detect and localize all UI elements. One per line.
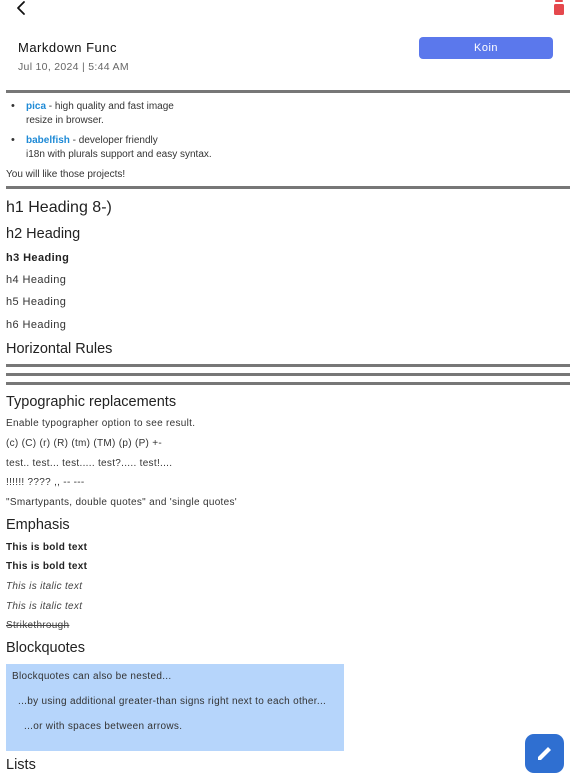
heading-2: h2 Heading [6, 226, 81, 242]
koin-button[interactable]: Koin [419, 37, 553, 59]
list-item: babelfish - developer friendly [26, 135, 158, 146]
list-item: pica - high quality and fast image [26, 101, 174, 112]
strikethrough-text: Strikethrough [6, 620, 70, 631]
heading-1: h1 Heading 8-) [6, 199, 112, 216]
list-item-continuation: resize in browser. [26, 115, 104, 126]
nested-blockquote-text: ...or with spaces between arrows. [24, 721, 183, 732]
chevron-left-icon[interactable] [12, 0, 32, 18]
section-title-lists: Lists [6, 757, 36, 773]
heading-3: h3 Heading [6, 252, 70, 264]
link-pica[interactable]: pica [26, 101, 46, 112]
heading-5: h5 Heading [6, 296, 67, 308]
note-date: Jul 10, 2024 | 5:44 AM [18, 61, 129, 73]
italic-text: This is italic text [6, 581, 83, 592]
section-title-hr: Horizontal Rules [6, 341, 113, 357]
list-item-text: - developer friendly [69, 135, 158, 146]
link-babelfish[interactable]: babelfish [26, 135, 70, 146]
trash-icon[interactable] [551, 0, 567, 16]
horizontal-rule [6, 364, 570, 367]
list-item-text: - high quality and fast image [46, 101, 174, 112]
italic-text: This is italic text [6, 601, 83, 612]
heading-4: h4 Heading [6, 274, 67, 286]
bullet: • [11, 134, 15, 146]
bullet: • [11, 100, 15, 112]
typo-line: "Smartypants, double quotes" and 'single… [6, 497, 238, 508]
bold-text: This is bold text [6, 542, 88, 553]
typo-line: test.. test... test..... test?..... test… [6, 458, 173, 469]
divider [6, 90, 570, 93]
blockquote-text: Blockquotes can also be nested... [12, 671, 172, 682]
paragraph: You will like those projects! [6, 169, 126, 180]
bold-text: This is bold text [6, 561, 88, 572]
section-title-typographic: Typographic replacements [6, 394, 177, 410]
horizontal-rule [6, 382, 570, 385]
typo-line: !!!!!! ???? ,, -- --- [6, 477, 85, 488]
section-title-emphasis: Emphasis [6, 517, 70, 533]
typo-line: Enable typographer option to see result. [6, 418, 196, 429]
top-bar [0, 0, 576, 30]
horizontal-rule [6, 373, 570, 376]
nested-blockquote-text: ...by using additional greater-than sign… [18, 696, 327, 707]
pencil-icon [538, 747, 551, 760]
list-item-continuation: i18n with plurals support and easy synta… [26, 149, 212, 160]
heading-6: h6 Heading [6, 319, 67, 331]
section-title-blockquotes: Blockquotes [6, 640, 85, 656]
edit-fab-button[interactable] [525, 734, 564, 773]
typo-line: (c) (C) (r) (R) (tm) (TM) (p) (P) +- [6, 438, 163, 449]
divider [6, 186, 570, 189]
note-title: Markdown Func [18, 40, 117, 55]
